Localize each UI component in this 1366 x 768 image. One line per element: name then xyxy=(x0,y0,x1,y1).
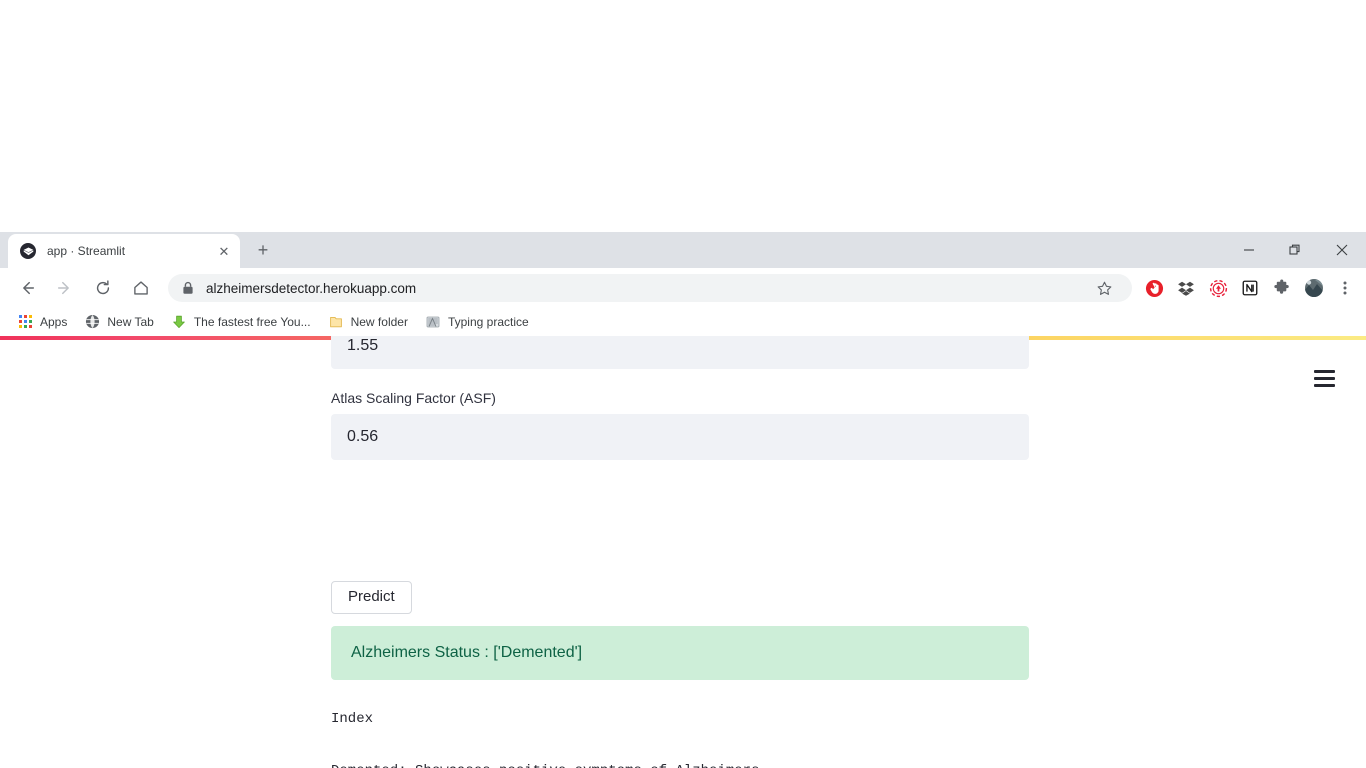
lock-icon xyxy=(182,281,194,295)
atlas-scaling-factor-label: Atlas Scaling Factor (ASF) xyxy=(331,390,496,406)
star-icon[interactable] xyxy=(1090,274,1118,302)
predict-button-wrap: Predict xyxy=(331,581,412,614)
address-bar[interactable]: alzheimersdetector.herokuapp.com xyxy=(168,274,1132,302)
new-tab-button[interactable]: + xyxy=(250,237,276,263)
field-block-nwbv: 1.55 xyxy=(331,336,1029,369)
field-block-asf: Atlas Scaling Factor (ASF) 0.56 xyxy=(331,390,1029,460)
bookmark-typing-practice[interactable]: Typing practice xyxy=(418,311,536,333)
green-download-arrow-icon xyxy=(171,314,187,330)
bookmarks-bar: Apps New Tab The fastest free You... New… xyxy=(0,308,1366,336)
bookmark-label: New Tab xyxy=(107,314,154,329)
typing-practice-icon xyxy=(425,314,441,330)
puzzle-extensions-icon[interactable] xyxy=(1268,274,1296,302)
hamburger-menu-icon[interactable] xyxy=(1306,360,1342,396)
tab-title: app · Streamlit xyxy=(47,244,126,258)
browser-toolbar: alzheimersdetector.herokuapp.com xyxy=(0,268,1366,308)
globe-icon xyxy=(84,314,100,330)
adblock-icon[interactable] xyxy=(1140,274,1168,302)
minimize-button[interactable] xyxy=(1226,232,1272,268)
tab-strip: app · Streamlit ✕ + xyxy=(0,232,1366,268)
forward-button[interactable] xyxy=(49,272,81,304)
bookmark-new-tab[interactable]: New Tab xyxy=(77,311,160,333)
index-line-demented: Demented: Showcases positive symptoms of… xyxy=(331,764,759,768)
url-text: alzheimersdetector.herokuapp.com xyxy=(206,280,417,296)
close-window-button[interactable] xyxy=(1318,232,1366,268)
bookmark-new-folder[interactable]: New folder xyxy=(321,311,415,333)
streamlit-favicon xyxy=(20,243,36,259)
bookmark-apps[interactable]: Apps xyxy=(10,311,74,333)
hamburger-lines xyxy=(1313,369,1335,387)
prediction-result-alert: Alzheimers Status : ['Demented'] xyxy=(331,626,1029,680)
profile-avatar[interactable] xyxy=(1300,274,1328,302)
screen-recorder-icon[interactable] xyxy=(1204,274,1232,302)
normalized-whole-brain-volume-input[interactable]: 1.55 xyxy=(331,336,1029,369)
predict-button[interactable]: Predict xyxy=(331,581,412,614)
page-viewport: 1.55 Atlas Scaling Factor (ASF) 0.56 Pre… xyxy=(0,336,1366,768)
folder-icon xyxy=(328,314,344,330)
back-button[interactable] xyxy=(11,272,43,304)
bookmark-label: Apps xyxy=(40,314,68,329)
apps-grid-icon xyxy=(17,314,33,330)
atlas-scaling-factor-input[interactable]: 0.56 xyxy=(331,414,1029,460)
bookmark-label: The fastest free You... xyxy=(193,314,311,329)
close-icon[interactable]: ✕ xyxy=(216,243,232,259)
bookmark-fastest-free-youtube[interactable]: The fastest free You... xyxy=(164,311,318,333)
bookmark-label: New folder xyxy=(350,314,408,329)
browser-window: app · Streamlit ✕ + alzheimersdetector.h… xyxy=(0,232,1366,768)
three-dot-menu-icon[interactable] xyxy=(1332,274,1358,302)
notion-icon[interactable] xyxy=(1236,274,1264,302)
browser-tab-streamlit[interactable]: app · Streamlit ✕ xyxy=(8,234,240,268)
index-heading: Index xyxy=(331,711,374,727)
dropbox-icon[interactable] xyxy=(1172,274,1200,302)
reload-icon[interactable] xyxy=(87,272,119,304)
window-controls xyxy=(1226,232,1366,268)
maximize-restore-button[interactable] xyxy=(1272,232,1318,268)
bookmark-label: Typing practice xyxy=(447,314,529,329)
desktop-background xyxy=(0,0,1366,232)
home-icon[interactable] xyxy=(125,272,157,304)
